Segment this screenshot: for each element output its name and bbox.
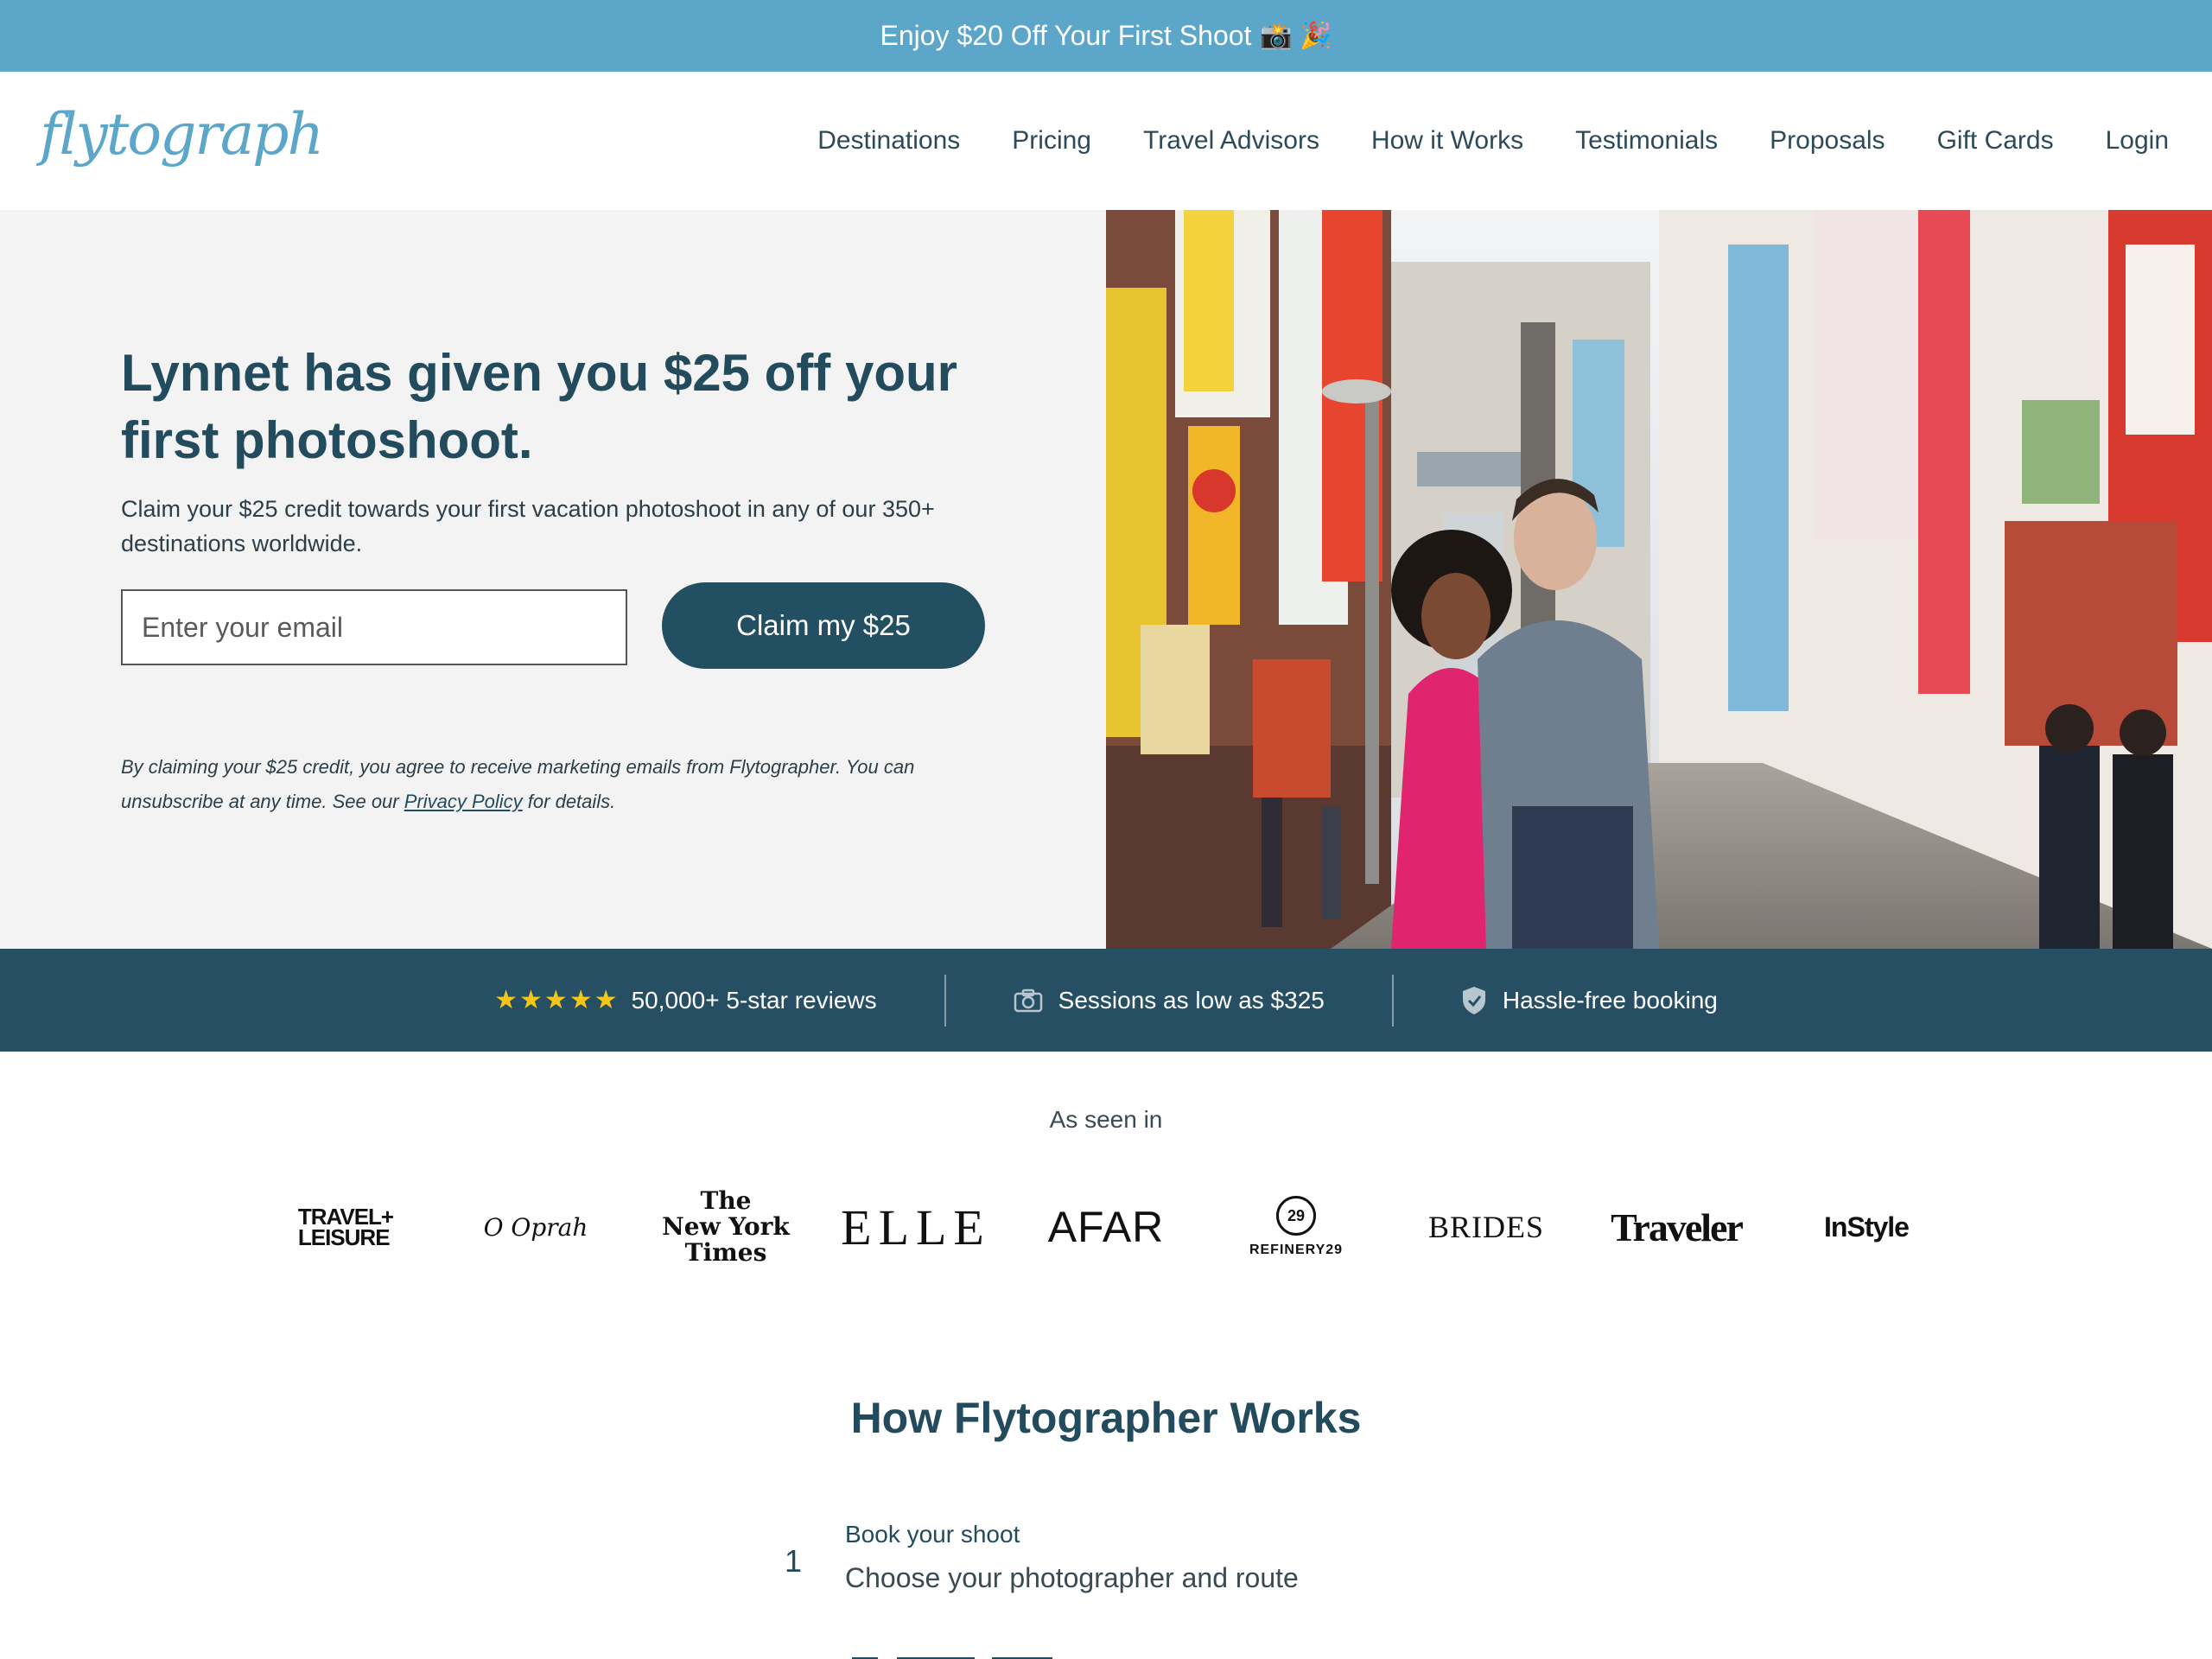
step-number: 1 <box>785 1543 803 1579</box>
hero-subtitle: Claim your $25 credit towards your first… <box>121 496 935 556</box>
conde-nast-traveler-logo: Traveler <box>1611 1205 1744 1249</box>
privacy-policy-link[interactable]: Privacy Policy <box>404 791 523 812</box>
hero-section: Lynnet has given you $25 off your first … <box>0 210 2212 949</box>
hero-offer-panel: Lynnet has given you $25 off your first … <box>0 210 1106 949</box>
press-logos: TRAVEL+ LEISURE O Oprah The New York Times … <box>0 1184 2212 1270</box>
nav-proposals[interactable]: Proposals <box>1770 126 1885 156</box>
nav-how-it-works[interactable]: How it Works <box>1371 126 1523 156</box>
trust-sessions: Sessions as low as $325 <box>946 987 1392 1014</box>
nyt-line2: New York <box>662 1212 790 1241</box>
elle-logo: ELLE <box>841 1198 991 1255</box>
logo-text: flytographer <box>36 101 321 168</box>
how-it-works-title: How Flytographer Works <box>850 1394 1362 1442</box>
trust-reviews: ★★★★★ 50,000+ 5-star reviews <box>427 985 944 1015</box>
promo-text: Enjoy $20 Off Your First Shoot <box>880 20 1252 51</box>
marketing-disclaimer: By claiming your $25 credit, you agree t… <box>121 750 985 819</box>
five-star-icon: ★★★★★ <box>494 986 620 1014</box>
nav-login[interactable]: Login <box>2106 126 2169 156</box>
flytographer-logo[interactable]: flytographer <box>36 93 321 188</box>
nav-gift-cards[interactable]: Gift Cards <box>1937 126 2054 156</box>
promo-emoji: 📸 🎉 <box>1260 22 1332 50</box>
oprah-logo: O Oprah <box>483 1212 588 1242</box>
nav-travel-advisors[interactable]: Travel Advisors <box>1143 126 1319 156</box>
main-nav: Destinations Pricing Travel Advisors How… <box>766 126 2169 156</box>
brides-logo: BRIDES <box>1427 1210 1545 1244</box>
step-description: Choose your photographer and route <box>845 1562 1299 1593</box>
disclaimer-tail: for details. <box>527 791 616 812</box>
email-input[interactable] <box>121 589 627 665</box>
sessions-text: Sessions as low as $325 <box>1058 986 1325 1014</box>
promo-banner[interactable]: Enjoy $20 Off Your First Shoot 📸 🎉 <box>0 0 2212 72</box>
booking-text: Hassle-free booking <box>1502 986 1718 1014</box>
hero-title: Lynnet has given you $25 off your first … <box>121 344 957 469</box>
travel-leisure-line2: LEISURE <box>297 1224 391 1250</box>
travel-leisure-logo: TRAVEL+ LEISURE <box>251 1205 441 1250</box>
shield-check-icon <box>1461 986 1487 1015</box>
nyt-line1: The <box>700 1186 752 1215</box>
refinery29-logo: 29 REFINERY29 <box>1201 1196 1391 1258</box>
claim-button[interactable]: Claim my $25 <box>662 582 985 669</box>
nyt-line3: Times <box>684 1238 767 1267</box>
reviews-text: 50,000+ 5-star reviews <box>631 986 877 1014</box>
refinery29-label: REFINERY29 <box>1249 1243 1344 1257</box>
instyle-logo: InStyle <box>1824 1211 1910 1243</box>
trust-booking: Hassle-free booking <box>1394 986 1785 1015</box>
nav-testimonials[interactable]: Testimonials <box>1575 126 1718 156</box>
nyt-logo: The New York Times <box>631 1188 821 1266</box>
camera-icon <box>1014 988 1043 1013</box>
site-header: flytographer Destinations Pricing Travel… <box>0 72 2212 210</box>
as-seen-in-heading: As seen in <box>1049 1106 1163 1133</box>
trust-bar: ★★★★★ 50,000+ 5-star reviews Sessions as… <box>0 949 2212 1052</box>
next-step-peek <box>852 1657 1052 1659</box>
afar-logo: AFAR <box>1047 1203 1165 1251</box>
nav-pricing[interactable]: Pricing <box>1012 126 1091 156</box>
step-title: Book your shoot <box>845 1521 1020 1548</box>
refinery29-mark: 29 <box>1276 1196 1316 1236</box>
nav-destinations[interactable]: Destinations <box>817 126 960 156</box>
hero-photo <box>1106 210 2212 949</box>
